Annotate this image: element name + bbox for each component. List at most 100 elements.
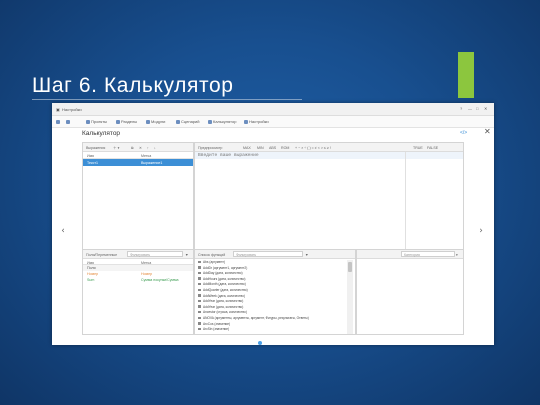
abs-button[interactable]: ABS xyxy=(269,146,276,150)
function-icon xyxy=(198,327,201,331)
fields-search-input[interactable]: Фильтровать xyxy=(127,251,183,257)
functions-toolbar: Список функций Фильтровать ▼ xyxy=(195,250,355,259)
category-select[interactable]: Категория xyxy=(401,251,455,257)
prev-slide-button[interactable]: ‹ xyxy=(56,220,70,242)
code-icon[interactable]: </> xyxy=(460,130,467,136)
fields-panel: Поля/Переменные Фильтровать ▼ Имя Метка … xyxy=(82,249,194,335)
true-button[interactable]: TRUE xyxy=(413,146,423,150)
toolbar-calculator[interactable]: Калькулятор xyxy=(208,119,236,124)
function-label: AddYear (дата, количество) xyxy=(203,299,244,304)
scrollbar-thumb[interactable] xyxy=(348,262,352,272)
function-icon xyxy=(198,288,201,291)
home-button[interactable] xyxy=(56,119,61,124)
toolbar-sections[interactable]: Разделы xyxy=(116,119,137,124)
chevron-down-icon[interactable]: ▾ xyxy=(456,253,458,257)
slide-title: Шаг 6. Калькулятор xyxy=(32,74,234,97)
list-item[interactable]: Abs (аргумент) xyxy=(198,260,225,265)
category-panel: Категория ▾ xyxy=(356,249,464,335)
move-up-icon[interactable]: ↑ xyxy=(147,146,149,150)
save-icon xyxy=(66,120,70,124)
filter-icon[interactable]: ▼ xyxy=(305,253,309,257)
list-item[interactable]: AddQuarter (дата, количество) xyxy=(198,288,248,293)
toolbar-projects[interactable]: Проекты xyxy=(86,119,107,124)
app-window: ▣ Настройки ? — □ ✕ Проекты Разделы Моду… xyxy=(52,103,494,345)
app-icon: ▣ xyxy=(56,107,60,112)
list-item[interactable]: AddWeek (дата, количество) xyxy=(198,294,245,299)
folder-icon xyxy=(116,120,120,124)
table-row[interactable]: Текст1 Выражение1 xyxy=(83,159,193,166)
function-icon xyxy=(198,316,201,319)
folder-icon xyxy=(146,120,150,124)
function-label: AddQuarter (дата, количество) xyxy=(203,288,248,292)
col-tag: Метка xyxy=(141,260,152,265)
calc-icon xyxy=(208,120,212,124)
rom-button[interactable]: ROM xyxy=(281,146,289,150)
operators-icon[interactable]: + − × ÷ ( ) = ≠ < > ≤ ≥ ! xyxy=(295,146,331,150)
function-icon xyxy=(198,282,201,286)
fields-label: Поля/Переменные xyxy=(86,252,118,257)
function-icon xyxy=(198,294,201,297)
next-slide-button[interactable]: › xyxy=(474,220,488,242)
delete-icon[interactable]: ✕ xyxy=(139,146,142,150)
filter-icon[interactable]: ▼ xyxy=(185,253,189,257)
col-name: Имя xyxy=(87,260,94,265)
function-label: Abs (аргумент) xyxy=(203,260,225,264)
maximize-button[interactable]: □ xyxy=(476,106,478,111)
move-down-icon[interactable]: ↓ xyxy=(154,146,156,150)
list-item[interactable]: ANOVA (аргументы, аргументы, аргумент, Ф… xyxy=(198,316,309,321)
list-item[interactable]: ArcCos (значение) xyxy=(198,322,230,327)
false-button[interactable]: FALSE xyxy=(427,146,438,150)
max-button[interactable]: MAX xyxy=(243,146,251,150)
function-label: AddMonth (дата, количество) xyxy=(203,282,246,287)
list-item[interactable]: AddHours (дата, количество) xyxy=(198,277,245,282)
fields-toolbar: Поля/Переменные Фильтровать ▼ xyxy=(83,250,193,259)
list-item[interactable]: AddYear (дата, количество) xyxy=(198,299,243,304)
min-button[interactable]: MIN xyxy=(257,146,264,150)
home-icon xyxy=(56,120,60,124)
list-item[interactable]: Ancestor (строка, количество) xyxy=(198,310,247,315)
function-label: ArcCos (значение) xyxy=(203,321,231,326)
preview-button[interactable]: Предпросмотр xyxy=(198,146,222,150)
list-item[interactable]: AddDr (аргумент1, аргумент2) xyxy=(198,266,247,271)
pager-dot[interactable] xyxy=(258,341,262,345)
help-button[interactable]: ? xyxy=(460,106,462,111)
main-toolbar: Проекты Разделы Модули Сценарий Калькуля… xyxy=(52,116,494,128)
function-icon xyxy=(198,322,201,325)
col-tag: Метка xyxy=(141,153,152,158)
function-icon xyxy=(198,266,201,269)
col-name: Имя xyxy=(87,153,94,158)
function-label: AddHours (дата, количество) xyxy=(203,276,246,281)
function-label: AddYear (дата, количество) xyxy=(203,304,244,309)
function-icon xyxy=(198,305,201,308)
functions-search-input[interactable]: Фильтровать xyxy=(233,251,303,257)
list-item[interactable]: AddMonth (дата, количество) xyxy=(198,282,246,287)
editor-divider xyxy=(405,152,406,249)
gear-icon xyxy=(244,120,248,124)
expressions-header: Имя Метка xyxy=(83,152,193,159)
function-icon xyxy=(198,271,201,275)
save-button[interactable] xyxy=(66,119,71,124)
editor-toolbar: Предпросмотр MAX MIN ABS ROM + − × ÷ ( )… xyxy=(195,143,463,152)
functions-scrollbar[interactable] xyxy=(347,260,353,334)
list-item[interactable]: AddYear (дата, количество) xyxy=(198,305,243,310)
expression-input[interactable]: Введите ваше выражение xyxy=(195,152,463,159)
toolbar-settings[interactable]: Настройки xyxy=(244,119,269,124)
functions-list: Abs (аргумент) AddDr (аргумент1, аргумент… xyxy=(195,260,347,334)
toolbar-modules[interactable]: Модули xyxy=(146,119,165,124)
close-calculator-icon[interactable]: ✕ xyxy=(484,127,491,136)
copy-icon[interactable]: ⧉ xyxy=(131,146,134,150)
list-item[interactable]: AddDay (дата, количество) xyxy=(198,271,243,276)
expressions-toolbar: Выражения ＋ ▾ ⧉ ✕ ↑ ↓ xyxy=(83,143,193,152)
function-icon xyxy=(198,260,201,263)
add-expression-icon[interactable]: ＋ ▾ xyxy=(113,146,119,151)
minimize-button[interactable]: — xyxy=(468,106,472,111)
refresh-icon xyxy=(176,120,180,124)
list-item[interactable]: ArcSin (значение) xyxy=(198,327,229,332)
pager-dot[interactable] xyxy=(282,341,286,345)
slide-accent-bar xyxy=(458,52,474,98)
expression-editor: Предпросмотр MAX MIN ABS ROM + − × ÷ ( )… xyxy=(194,142,464,250)
close-button[interactable]: ✕ xyxy=(484,106,487,111)
toolbar-scenario[interactable]: Сценарий xyxy=(176,119,200,124)
list-item[interactable]: Sum Сумма покупки/Сумма xyxy=(83,277,193,283)
pager-dot[interactable] xyxy=(270,341,274,345)
